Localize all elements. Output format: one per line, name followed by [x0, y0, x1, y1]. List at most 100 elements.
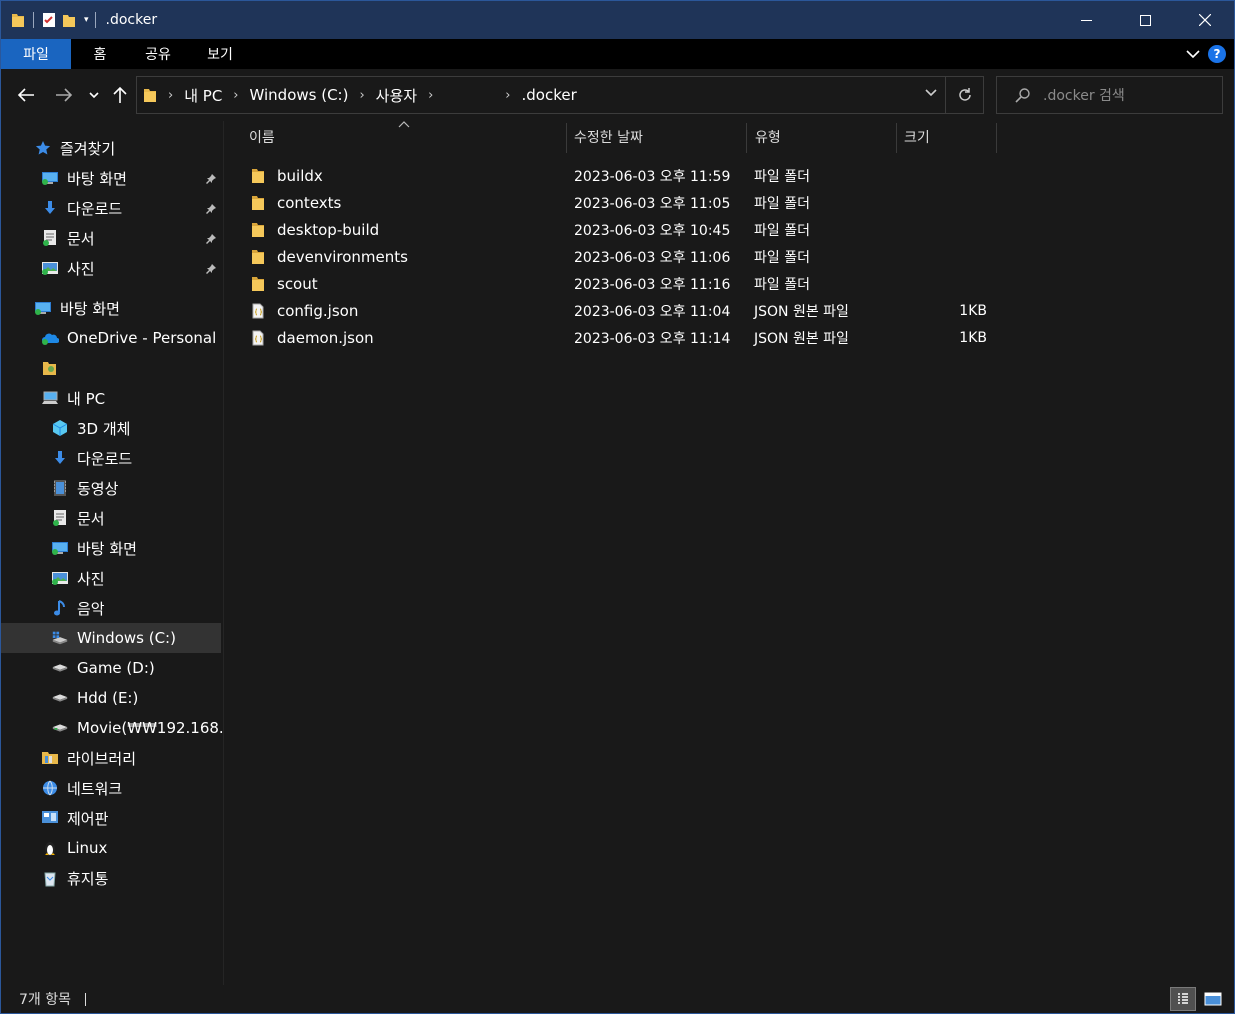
sidebar-item[interactable]: Game (D:): [1, 653, 223, 683]
file-row[interactable]: contexts 2023-06-03 오후 11:05 파일 폴더: [247, 189, 987, 216]
sidebar-item[interactable]: 문서: [1, 223, 223, 253]
tab-file[interactable]: 파일: [1, 39, 71, 69]
sidebar-item[interactable]: Movie(₩₩192.168.0.20: [1, 713, 223, 743]
sidebar-item[interactable]: 3D 개체: [1, 413, 223, 443]
file-size: [937, 216, 987, 243]
sidebar-item[interactable]: 음악: [1, 593, 223, 623]
status-bar: 7개 항목: [1, 985, 1234, 1013]
file-type: JSON 원본 파일: [754, 303, 849, 320]
desktop-icon: [41, 169, 59, 187]
file-name: daemon.json: [277, 328, 374, 347]
file-row[interactable]: buildx 2023-06-03 오후 11:59 파일 폴더: [247, 162, 987, 189]
download-icon: [51, 449, 69, 467]
address-bar[interactable]: › 내 PC › Windows (C:) › 사용자 › › .docker: [136, 76, 984, 114]
sidebar-item[interactable]: 바탕 화면: [1, 163, 223, 193]
details-view-button[interactable]: [1170, 987, 1196, 1011]
sidebar-item-label: 바탕 화면: [67, 169, 127, 188]
file-size: [937, 189, 987, 216]
file-size: [937, 270, 987, 297]
column-divider[interactable]: [746, 123, 747, 153]
breadcrumb-chevron[interactable]: ›: [359, 88, 364, 103]
file-name-cell: desktop-build: [251, 216, 379, 243]
close-button[interactable]: [1175, 1, 1234, 39]
breadcrumb-chevron[interactable]: ›: [428, 88, 433, 103]
sidebar-item[interactable]: Hdd (E:): [1, 683, 223, 713]
sidebar-item[interactable]: 동영상: [1, 473, 223, 503]
network-drive-icon: [51, 719, 69, 737]
sidebar-item[interactable]: 다운로드: [1, 443, 223, 473]
ribbon-right: ?: [1186, 39, 1226, 69]
folder-icon: [251, 249, 267, 265]
sidebar-item[interactable]: 바탕 화면: [1, 293, 223, 323]
minimize-button[interactable]: [1057, 1, 1116, 39]
maximize-button[interactable]: [1116, 1, 1175, 39]
expand-ribbon-icon[interactable]: [1186, 49, 1200, 59]
large-icons-view-button[interactable]: [1200, 987, 1226, 1011]
file-name: buildx: [277, 166, 323, 185]
sidebar-item[interactable]: Windows (C:): [1, 623, 221, 653]
minimize-icon: [1081, 19, 1092, 21]
breadcrumb-windows-c[interactable]: Windows (C:): [250, 86, 349, 104]
sidebar-item[interactable]: 다운로드: [1, 193, 223, 223]
sidebar-item[interactable]: 라이브러리: [1, 743, 223, 773]
breadcrumb-chevron[interactable]: ›: [168, 88, 173, 103]
sidebar-item[interactable]: OneDrive - Personal: [1, 323, 223, 353]
sidebar-item[interactable]: 사진: [1, 563, 223, 593]
sidebar-item[interactable]: 사진: [1, 253, 223, 283]
properties-icon[interactable]: [42, 12, 56, 28]
file-row[interactable]: daemon.json 2023-06-03 오후 11:14 JSON 원본 파일…: [247, 324, 987, 351]
sort-ascending-icon: [398, 121, 410, 128]
file-row[interactable]: devenvironments 2023-06-03 오후 11:06 파일 폴더: [247, 243, 987, 270]
sidebar-item[interactable]: Linux: [1, 833, 223, 863]
help-button[interactable]: ?: [1208, 45, 1226, 63]
file-row[interactable]: scout 2023-06-03 오후 11:16 파일 폴더: [247, 270, 987, 297]
recent-locations-button[interactable]: [87, 83, 101, 107]
breadcrumb-this-pc[interactable]: 내 PC: [184, 85, 222, 106]
file-modified: 2023-06-03 오후 11:59: [574, 168, 731, 185]
breadcrumb-chevron[interactable]: ›: [233, 88, 238, 103]
sidebar-item[interactable]: 네트워크: [1, 773, 223, 803]
desktop-icon: [51, 539, 69, 557]
videos-icon: [51, 479, 69, 497]
sidebar-item[interactable]: 즐겨찾기: [1, 133, 223, 163]
sidebar-item-label: 3D 개체: [77, 419, 131, 438]
sidebar-item[interactable]: [1, 353, 223, 383]
sidebar-item-label: 네트워크: [67, 779, 123, 798]
column-divider[interactable]: [566, 123, 567, 153]
refresh-button[interactable]: [945, 77, 983, 113]
sidebar-item[interactable]: 내 PC: [1, 383, 223, 413]
new-folder-icon[interactable]: [62, 12, 76, 28]
file-modified: 2023-06-03 오후 10:45: [574, 222, 731, 239]
sidebar-item[interactable]: 문서: [1, 503, 223, 533]
tab-home[interactable]: 홈: [71, 39, 129, 69]
breadcrumb-chevron[interactable]: ›: [505, 88, 510, 103]
up-button[interactable]: [111, 83, 129, 107]
column-divider[interactable]: [896, 123, 897, 153]
column-header-size[interactable]: 크기: [904, 121, 930, 153]
file-name-cell: contexts: [251, 189, 341, 216]
sidebar-item[interactable]: 바탕 화면: [1, 533, 223, 563]
item-count: 7개 항목: [19, 992, 71, 1008]
maximize-icon: [1140, 14, 1151, 26]
back-button[interactable]: [15, 83, 37, 107]
customize-toolbar-dropdown[interactable]: ▾: [84, 15, 89, 25]
sidebar-item[interactable]: 제어판: [1, 803, 223, 833]
sidebar-item-label: 휴지통: [67, 869, 109, 888]
breadcrumb-docker[interactable]: .docker: [521, 86, 576, 104]
tab-share[interactable]: 공유: [129, 39, 187, 69]
address-history-chevron-icon[interactable]: [925, 88, 937, 98]
breadcrumb-users[interactable]: 사용자: [376, 85, 417, 106]
ribbon-tabs: 파일 홈 공유 보기 ?: [1, 39, 1234, 69]
search-box[interactable]: .docker 검색: [996, 76, 1223, 114]
file-row[interactable]: desktop-build 2023-06-03 오후 10:45 파일 폴더: [247, 216, 987, 243]
file-row[interactable]: config.json 2023-06-03 오후 11:04 JSON 원본 파일…: [247, 297, 987, 324]
column-header-modified[interactable]: 수정한 날짜: [574, 121, 643, 153]
forward-button[interactable]: [53, 83, 75, 107]
column-divider[interactable]: [996, 123, 997, 153]
column-header-name[interactable]: 이름: [249, 121, 275, 153]
sidebar-item[interactable]: 휴지통: [1, 863, 223, 893]
column-header-type[interactable]: 유형: [755, 121, 781, 153]
tab-view[interactable]: 보기: [187, 39, 253, 69]
file-name-cell: scout: [251, 270, 318, 297]
search-icon: [1015, 88, 1030, 103]
